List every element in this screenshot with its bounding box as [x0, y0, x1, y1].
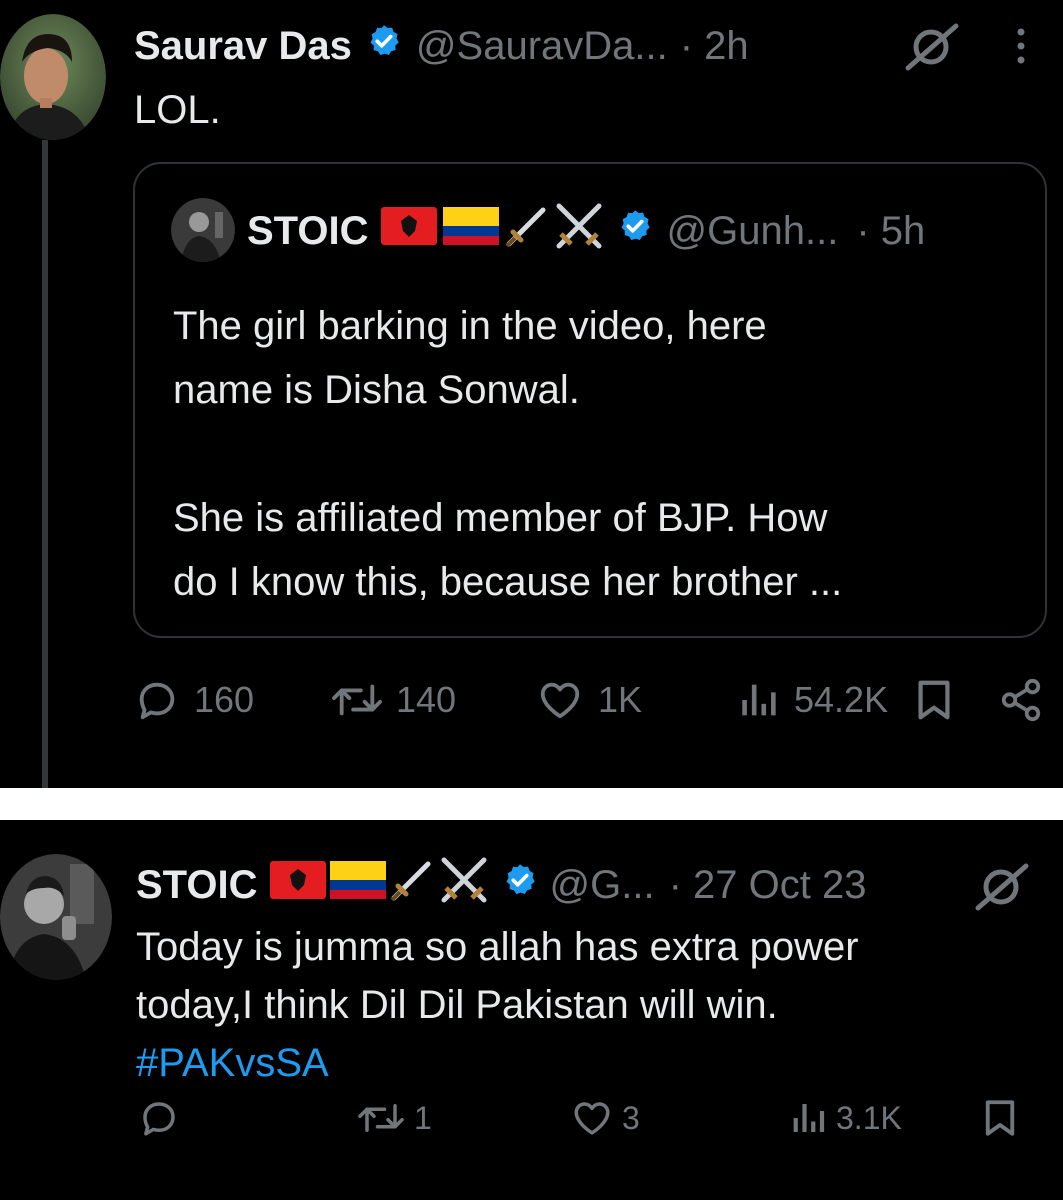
bookmark-button[interactable] — [982, 1096, 1018, 1140]
author-name[interactable]: Saurav Das — [134, 24, 352, 69]
author-handle[interactable]: @SauravDa... — [416, 24, 668, 69]
views-count: 54.2K — [794, 679, 889, 720]
quote-text-line: The girl barking in the video, here — [173, 304, 767, 348]
bookmark-button[interactable] — [914, 676, 954, 724]
reply-button[interactable] — [138, 1096, 180, 1140]
reply-count: 160 — [194, 679, 255, 720]
reply-icon — [139, 682, 175, 720]
more-icon[interactable] — [1014, 26, 1028, 71]
tweet-stoic: STOIC @G... · 27 Oct 23 Today is jumma s… — [0, 820, 1063, 1200]
tweet-text: Today is jumma so allah has extra power … — [136, 918, 859, 1092]
crossed-swords-icon — [438, 854, 490, 916]
crossed-swords-icon — [553, 200, 605, 262]
views-icon — [793, 1104, 825, 1132]
avatar-saurav-das[interactable] — [0, 14, 106, 140]
tweet-text-line: today,I think Dil Dil Pakistan will win. — [136, 983, 778, 1027]
albania-flag-icon — [380, 207, 437, 255]
bookmark-icon — [918, 680, 950, 720]
reply-button[interactable]: 160 — [134, 676, 254, 724]
quote-author-handle[interactable]: @Gunh... — [667, 209, 839, 254]
quote-time[interactable]: · 5h — [856, 209, 925, 254]
quote-text-line: She is affiliated member of BJP. How — [173, 496, 828, 540]
tweet-text: LOL. — [134, 88, 221, 132]
verified-badge-icon — [617, 208, 653, 254]
colombia-flag-icon — [442, 207, 499, 255]
tweet-saurav-das: Saurav Das @SauravDa... · 2h LOL. STOIC — [0, 0, 1063, 788]
like-icon — [574, 1102, 610, 1135]
hashtag-link[interactable]: #PAKvsSA — [136, 1034, 859, 1092]
like-count: 3 — [622, 1099, 640, 1136]
verified-badge-icon — [366, 23, 402, 69]
author-handle[interactable]: @G... — [550, 863, 655, 908]
author-name[interactable]: STOIC — [136, 863, 258, 908]
quote-header: STOIC @Gunh... · 5h — [247, 203, 925, 255]
repost-icon — [358, 1104, 404, 1132]
verified-badge-icon — [502, 862, 538, 908]
reply-icon — [143, 1102, 175, 1136]
quote-author-name[interactable]: STOIC — [247, 209, 369, 254]
grok-icon[interactable] — [902, 22, 960, 77]
tweet-time[interactable]: · 2h — [680, 24, 749, 69]
views-count: 3.1K — [836, 1099, 902, 1136]
views-button[interactable]: 3.1K — [790, 1096, 902, 1140]
views-button[interactable]: 54.2K — [738, 676, 888, 724]
like-button[interactable]: 3 — [570, 1096, 640, 1140]
repost-count: 1 — [414, 1099, 432, 1136]
dagger-icon — [388, 856, 436, 914]
quote-text: The girl barking in the video, here name… — [173, 294, 842, 614]
repost-button[interactable]: 1 — [356, 1096, 432, 1140]
quoted-tweet-card[interactable]: STOIC @Gunh... · 5h The girl barking in … — [133, 162, 1047, 638]
avatar-stoic[interactable] — [0, 854, 112, 980]
views-icon — [742, 684, 776, 716]
bookmark-icon — [985, 1100, 1015, 1136]
like-count: 1K — [598, 679, 643, 720]
repost-button[interactable]: 140 — [330, 676, 456, 724]
share-icon — [1001, 678, 1041, 722]
tweet-header: STOIC @G... · 27 Oct 23 — [136, 857, 867, 909]
quote-text-line: do I know this, because her brother ... — [173, 560, 843, 604]
colombia-flag-icon — [329, 861, 386, 909]
avatar-stoic[interactable] — [171, 198, 235, 262]
thread-line — [42, 140, 48, 788]
share-button[interactable] — [998, 676, 1044, 724]
repost-icon — [332, 684, 382, 716]
like-icon — [540, 682, 580, 719]
tweet-text-line: Today is jumma so allah has extra power — [136, 925, 859, 969]
albania-flag-icon — [269, 861, 326, 909]
dagger-icon — [503, 202, 551, 260]
like-button[interactable]: 1K — [536, 676, 642, 724]
grok-icon[interactable] — [972, 862, 1030, 917]
tweet-header: Saurav Das @SauravDa... · 2h — [134, 22, 749, 70]
quote-text-line: name is Disha Sonwal. — [173, 368, 580, 412]
tweet-time[interactable]: · 27 Oct 23 — [669, 863, 867, 908]
repost-count: 140 — [396, 679, 457, 720]
